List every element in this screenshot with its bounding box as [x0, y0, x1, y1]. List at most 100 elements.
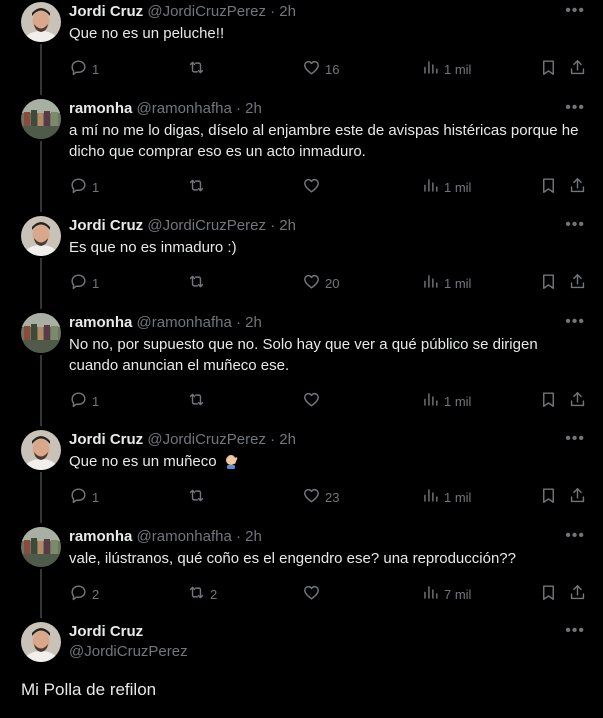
share-icon — [568, 58, 587, 80]
avatar[interactable] — [21, 313, 61, 353]
tweet-text-content: Es que no es inmaduro :) — [69, 239, 237, 256]
reply-button[interactable]: 1 — [69, 175, 99, 199]
tweet-author-handle[interactable]: @ramonhafha — [137, 100, 232, 117]
tweet-author-name[interactable]: Jordi Cruz — [69, 3, 143, 20]
main-tweet[interactable]: Jordi Cruz @JordiCruzPerez ••• Mi Polla … — [0, 620, 603, 718]
bookmark-button[interactable] — [539, 582, 558, 606]
reply-count: 1 — [92, 275, 100, 291]
more-icon[interactable]: ••• — [565, 431, 585, 447]
reply-tweet[interactable]: ramonha @ramonhafha · 2h ••• a mí no me … — [0, 99, 603, 195]
reply-button[interactable]: 1 — [69, 57, 99, 81]
reply-tweet[interactable]: Jordi Cruz @JordiCruzPerez · 2h ••• Que … — [0, 2, 603, 98]
more-icon[interactable]: ••• — [565, 528, 585, 544]
views-button[interactable]: 1 mil — [421, 175, 471, 199]
bookmark-button[interactable] — [539, 57, 558, 81]
more-icon[interactable]: ••• — [565, 314, 585, 330]
retweet-button[interactable]: 2 — [187, 582, 217, 606]
reply-button[interactable]: 2 — [69, 582, 99, 606]
bookmark-icon — [539, 390, 558, 412]
heart-icon — [302, 58, 321, 80]
share-button[interactable] — [568, 57, 587, 81]
reply-tweet[interactable]: Jordi Cruz @JordiCruzPerez · 2h ••• Es q… — [0, 216, 603, 312]
share-button[interactable] — [568, 271, 587, 295]
tweet-header: ramonha @ramonhafha · 2h — [69, 313, 262, 333]
tweet-author-name[interactable]: ramonha — [69, 314, 132, 331]
tweet-text: Que no es un peluche!! — [69, 23, 581, 44]
tweet-text-content: a mí no me lo digas, díselo al enjambre … — [69, 122, 579, 160]
share-button[interactable] — [568, 389, 587, 413]
more-icon[interactable]: ••• — [565, 623, 585, 639]
avatar[interactable] — [21, 527, 61, 567]
tweet-author-name[interactable]: ramonha — [69, 100, 132, 117]
retweet-button[interactable] — [187, 175, 210, 199]
tweet-author-handle[interactable]: @ramonhafha — [137, 528, 232, 545]
share-button[interactable] — [568, 485, 587, 509]
reply-tweet[interactable]: ramonha @ramonhafha · 2h ••• No no, por … — [0, 313, 603, 409]
tweet-author-handle[interactable]: @JordiCruzPerez — [147, 431, 266, 448]
like-button[interactable] — [302, 175, 325, 199]
like-button[interactable] — [302, 582, 325, 606]
avatar-ramon-image — [21, 313, 61, 353]
tweet-text: Que no es un muñeco — [69, 451, 581, 472]
views-icon — [421, 58, 440, 80]
views-button[interactable]: 7 mil — [421, 582, 471, 606]
views-button[interactable]: 1 mil — [421, 57, 471, 81]
retweet-icon — [187, 58, 206, 80]
tweet-author-name[interactable]: ramonha — [69, 528, 132, 545]
share-button[interactable] — [568, 175, 587, 199]
retweet-button[interactable] — [187, 271, 210, 295]
like-count: 20 — [325, 275, 340, 291]
tweet-text: Es que no es inmaduro :) — [69, 237, 581, 258]
share-button[interactable] — [568, 582, 587, 606]
more-icon[interactable]: ••• — [565, 100, 585, 116]
retweet-count: 2 — [210, 586, 218, 602]
tweet-time[interactable]: 2h — [245, 528, 262, 545]
tweet-time[interactable]: 2h — [279, 3, 296, 20]
views-button[interactable]: 1 mil — [421, 389, 471, 413]
reply-tweet[interactable]: Jordi Cruz @JordiCruzPerez · 2h ••• Que … — [0, 430, 603, 526]
bookmark-button[interactable] — [539, 389, 558, 413]
avatar[interactable] — [21, 99, 61, 139]
views-count: 1 mil — [444, 179, 472, 195]
views-button[interactable]: 1 mil — [421, 485, 471, 509]
reply-button[interactable]: 1 — [69, 271, 99, 295]
retweet-button[interactable] — [187, 389, 210, 413]
tweet-actions: 1 20 1 mil — [69, 271, 585, 295]
avatar[interactable] — [21, 622, 61, 662]
like-button[interactable]: 23 — [302, 485, 339, 509]
share-icon — [568, 486, 587, 508]
tweet-author-handle[interactable]: @ramonhafha — [137, 314, 232, 331]
avatar[interactable] — [21, 216, 61, 256]
tweet-text-content: Que no es un muñeco — [69, 453, 217, 470]
more-icon[interactable]: ••• — [565, 3, 585, 19]
main-tweet-author-name[interactable]: Jordi Cruz — [69, 623, 143, 640]
tweet-time[interactable]: 2h — [245, 314, 262, 331]
tweet-time[interactable]: 2h — [279, 431, 296, 448]
avatar[interactable] — [21, 2, 61, 42]
tweet-time[interactable]: 2h — [245, 100, 262, 117]
reply-button[interactable]: 1 — [69, 485, 99, 509]
reply-button[interactable]: 1 — [69, 389, 99, 413]
reply-tweet[interactable]: ramonha @ramonhafha · 2h ••• vale, ilúst… — [0, 527, 603, 623]
like-button[interactable] — [302, 389, 325, 413]
retweet-icon — [187, 176, 206, 198]
bookmark-button[interactable] — [539, 175, 558, 199]
retweet-button[interactable] — [187, 485, 210, 509]
bookmark-button[interactable] — [539, 271, 558, 295]
tweet-time[interactable]: 2h — [279, 217, 296, 234]
tweet-author-handle[interactable]: @JordiCruzPerez — [147, 217, 266, 234]
tweet-author-handle[interactable]: @JordiCruzPerez — [147, 3, 266, 20]
bookmark-button[interactable] — [539, 485, 558, 509]
tweet-author-name[interactable]: Jordi Cruz — [69, 431, 143, 448]
tweet-actions: 2 2 7 mil — [69, 582, 585, 606]
tweet-author-name[interactable]: Jordi Cruz — [69, 217, 143, 234]
retweet-button[interactable] — [187, 57, 210, 81]
tweet-separator: · — [270, 3, 280, 20]
main-tweet-author-handle[interactable]: @JordiCruzPerez — [69, 643, 188, 660]
views-button[interactable]: 1 mil — [421, 271, 471, 295]
more-icon[interactable]: ••• — [565, 217, 585, 233]
man-facepalming-icon — [225, 455, 238, 469]
avatar[interactable] — [21, 430, 61, 470]
like-button[interactable]: 16 — [302, 57, 339, 81]
like-button[interactable]: 20 — [302, 271, 339, 295]
